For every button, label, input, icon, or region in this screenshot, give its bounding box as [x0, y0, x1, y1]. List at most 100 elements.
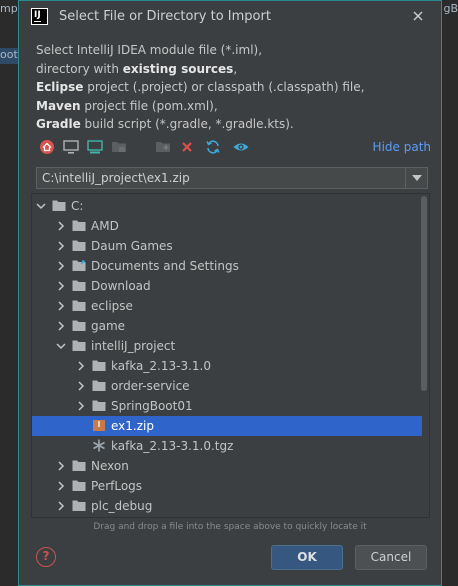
- folder-icon: [72, 340, 86, 351]
- chevron-right-icon[interactable]: [76, 381, 86, 391]
- hide-path-link[interactable]: Hide path: [373, 140, 431, 154]
- tree-row-label: SpringBoot01: [111, 399, 193, 413]
- folder-icon: [72, 500, 86, 511]
- tree-row-label: Download: [91, 279, 151, 293]
- tree-row-label: kafka_2.13-3.1.0.tgz: [111, 439, 234, 453]
- tree-row[interactable]: Download: [32, 276, 422, 296]
- folder-icon: [72, 220, 86, 231]
- background-text: gB: [443, 2, 458, 15]
- file-tree[interactable]: C: AMD Daum Games Documents and Settings Dow…: [31, 193, 430, 518]
- chevron-right-icon[interactable]: [76, 401, 86, 411]
- description-line: Eclipse project (.project) or classpath …: [36, 80, 365, 94]
- tree-row-label: Daum Games: [91, 239, 173, 253]
- folder-icon: [72, 300, 86, 311]
- zip-file-icon: [93, 420, 105, 431]
- chevron-right-icon[interactable]: [56, 301, 66, 311]
- tree-row[interactable]: ex1.zip: [32, 416, 422, 436]
- chevron-down-icon[interactable]: [56, 341, 66, 351]
- close-icon[interactable]: [409, 7, 427, 25]
- refresh-icon[interactable]: [204, 138, 222, 156]
- description-line: directory with existing sources,: [36, 61, 238, 76]
- tree-row-label: C:: [71, 199, 84, 213]
- folder-icon: [92, 380, 106, 391]
- tree-row[interactable]: intelliJ_project: [32, 336, 422, 356]
- description-line: Gradle build script (*.gradle, *.gradle.…: [36, 117, 294, 131]
- folder-icon: [72, 480, 86, 491]
- chevron-right-icon[interactable]: [56, 241, 66, 251]
- folder-link-icon: [72, 260, 86, 271]
- tree-row[interactable]: Daum Games: [32, 236, 422, 256]
- chevron-right-icon[interactable]: [56, 481, 66, 491]
- tree-row[interactable]: kafka_2.13-3.1.0: [32, 356, 422, 376]
- project-icon[interactable]: [86, 138, 104, 156]
- tree-row-label: kafka_2.13-3.1.0: [111, 359, 211, 373]
- import-dialog: IJ Select File or Directory to Import Se…: [18, 0, 442, 586]
- tree-row[interactable]: PerfLogs: [32, 476, 422, 496]
- path-input[interactable]: [37, 168, 405, 188]
- chevron-right-icon[interactable]: [56, 501, 66, 511]
- dialog-titlebar[interactable]: IJ Select File or Directory to Import: [19, 1, 441, 33]
- chevron-right-icon[interactable]: [76, 361, 86, 371]
- chevron-right-icon[interactable]: [56, 261, 66, 271]
- description-line: Maven project file (pom.xml),: [36, 98, 218, 113]
- tree-row[interactable]: C:: [32, 196, 422, 216]
- help-button[interactable]: ?: [36, 547, 56, 567]
- module-icon[interactable]: [110, 138, 128, 156]
- tree-row-label: intelliJ_project: [91, 339, 176, 353]
- archive-file-icon: [93, 439, 105, 452]
- folder-icon: [72, 460, 86, 471]
- tree-row[interactable]: SpringBoot01: [32, 396, 422, 416]
- tree-scrollbar[interactable]: [421, 196, 427, 391]
- folder-icon: [92, 400, 106, 411]
- tree-row-label: PerfLogs: [91, 479, 143, 493]
- home-icon[interactable]: [38, 138, 56, 156]
- chevron-down-icon: [412, 175, 422, 181]
- tree-row-label: plc_debug: [91, 499, 153, 513]
- chevron-right-icon[interactable]: [56, 221, 66, 231]
- show-hidden-icon[interactable]: [232, 138, 250, 156]
- background-text: mp: [0, 2, 18, 15]
- help-icon: ?: [42, 549, 50, 563]
- folder-icon: [72, 280, 86, 291]
- background-editor-right: gB: [442, 0, 458, 586]
- folder-icon: [72, 240, 86, 251]
- drag-drop-hint: Drag and drop a file into the space abov…: [93, 522, 367, 532]
- dialog-description: Select IntelliJ IDEA module file (*.iml)…: [36, 41, 426, 134]
- intellij-app-icon: IJ: [31, 8, 48, 25]
- delete-icon[interactable]: [178, 138, 196, 156]
- tree-row[interactable]: Program Files: [32, 516, 422, 517]
- tree-row-label: Documents and Settings: [91, 259, 239, 273]
- dialog-title: Select File or Directory to Import: [59, 9, 271, 24]
- chevron-right-icon[interactable]: [56, 281, 66, 291]
- chevron-right-icon[interactable]: [56, 321, 66, 331]
- tree-row-label: AMD: [91, 219, 119, 233]
- path-combobox[interactable]: [36, 167, 428, 189]
- tree-row[interactable]: game: [32, 316, 422, 336]
- description-line: Select IntelliJ IDEA module file (*.iml)…: [36, 43, 263, 57]
- path-dropdown-button[interactable]: [405, 168, 427, 188]
- chevron-down-icon[interactable]: [36, 201, 46, 211]
- new-folder-icon[interactable]: [154, 138, 172, 156]
- tree-row-label: order-service: [111, 379, 190, 393]
- tree-row[interactable]: order-service: [32, 376, 422, 396]
- tree-row[interactable]: plc_debug: [32, 496, 422, 516]
- tree-row-label: ex1.zip: [111, 419, 154, 433]
- tree-row[interactable]: AMD: [32, 216, 422, 236]
- tree-row-label: game: [91, 319, 126, 333]
- folder-icon: [92, 360, 106, 371]
- tree-row[interactable]: Nexon: [32, 456, 422, 476]
- cancel-button[interactable]: Cancel: [355, 545, 427, 570]
- background-editor-left: mp oot0: [0, 0, 25, 586]
- tree-row[interactable]: Documents and Settings: [32, 256, 422, 276]
- tree-row[interactable]: eclipse: [32, 296, 422, 316]
- desktop-icon[interactable]: [62, 138, 80, 156]
- tree-row-label: eclipse: [91, 299, 133, 313]
- tree-row-label: Nexon: [91, 459, 129, 473]
- ok-button[interactable]: OK: [271, 545, 343, 570]
- chevron-right-icon[interactable]: [56, 461, 66, 471]
- tree-row[interactable]: kafka_2.13-3.1.0.tgz: [32, 436, 422, 456]
- folder-icon: [52, 200, 66, 211]
- background-tab: oot0: [0, 48, 25, 64]
- file-chooser-toolbar: Hide path: [36, 138, 431, 158]
- folder-icon: [72, 320, 86, 331]
